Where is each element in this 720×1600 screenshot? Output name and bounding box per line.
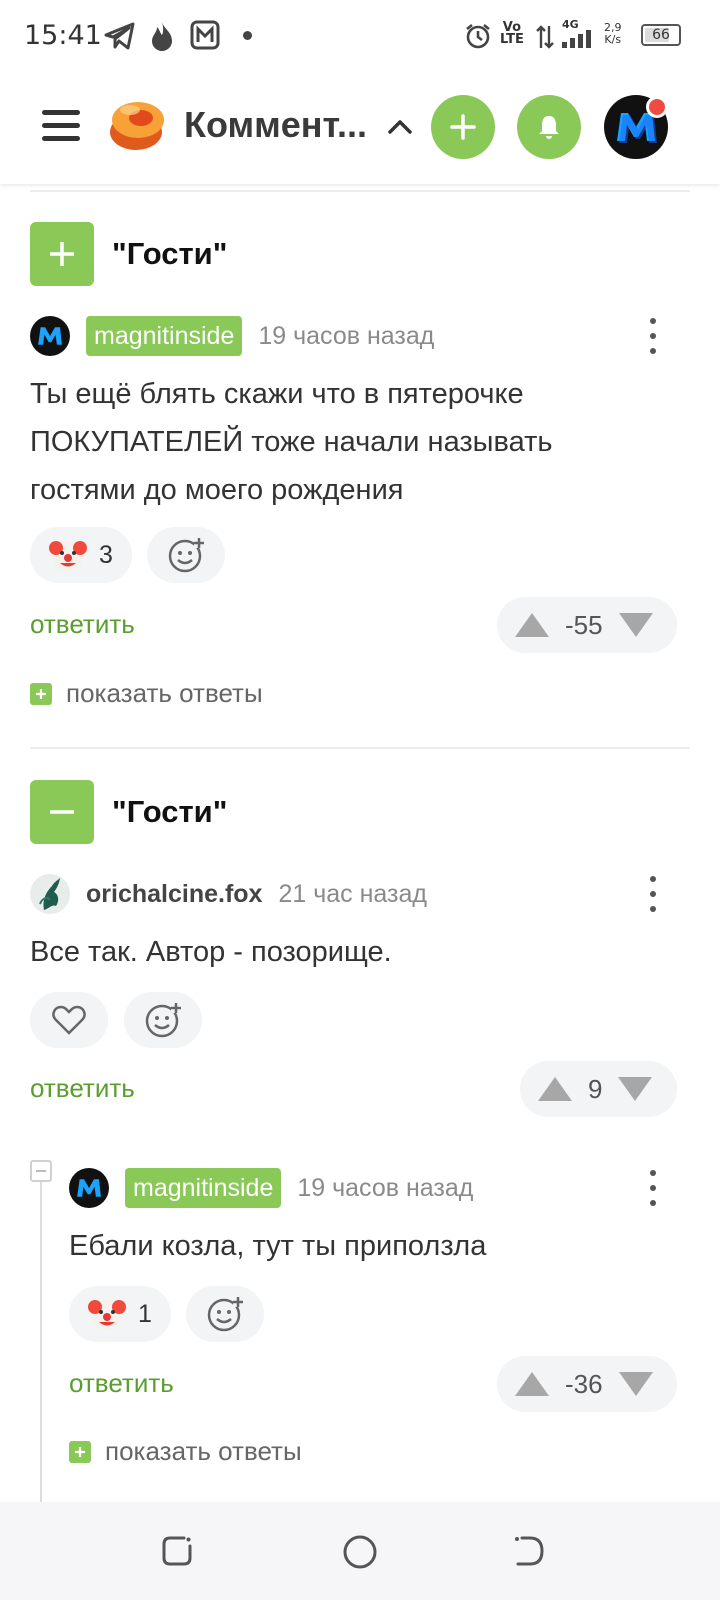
plus-icon: [450, 114, 476, 140]
comment-score: -55: [565, 609, 603, 640]
back-icon[interactable]: [512, 1534, 546, 1568]
comment-header: orichalcine.fox 21 час назад: [30, 872, 427, 916]
notifications-button[interactable]: [517, 95, 581, 159]
notification-badge: [646, 96, 668, 118]
divider: [30, 190, 690, 192]
comment-score: -36: [565, 1368, 603, 1399]
reaction-clown[interactable]: 3: [30, 527, 132, 583]
reply-link[interactable]: ответить: [30, 609, 135, 640]
page-title: Коммент...: [184, 104, 367, 145]
comment-text: Ты ещё блять скажи что в пятерочке ПОКУП…: [30, 378, 553, 506]
clown-face-icon: [49, 541, 88, 571]
avatar[interactable]: [30, 874, 70, 914]
plus-icon: [69, 1440, 91, 1463]
divider: [30, 747, 690, 749]
add-emoji-icon: [207, 1296, 244, 1332]
vote-widget: 9: [520, 1061, 677, 1117]
avatar[interactable]: [30, 316, 70, 356]
home-icon[interactable]: [342, 1534, 378, 1570]
telegram-icon: [104, 22, 135, 50]
menu-icon[interactable]: [42, 110, 80, 142]
author-name[interactable]: magnitinside: [125, 1168, 282, 1208]
magnit-app-icon: [190, 20, 220, 50]
signal-icon: [562, 30, 591, 48]
downvote-icon[interactable]: [618, 613, 653, 637]
add-reaction-button[interactable]: [186, 1286, 264, 1342]
collapse-thread-button[interactable]: [30, 780, 94, 844]
upvote-icon[interactable]: [515, 1372, 549, 1396]
thread-title: "Гости": [112, 794, 228, 829]
author-name[interactable]: magnitinside: [86, 316, 243, 356]
app-header: Коммент...: [0, 72, 720, 184]
downvote-icon[interactable]: [618, 1372, 653, 1396]
fox-avatar-icon: [39, 878, 60, 910]
magnit-avatar-icon: [38, 327, 62, 345]
expand-thread-button[interactable]: [30, 222, 94, 286]
avatar[interactable]: [69, 1168, 109, 1208]
thread-title: "Гости": [112, 236, 228, 271]
thread-header: "Гости": [30, 780, 227, 844]
add-reaction-button[interactable]: [147, 527, 225, 583]
more-options-icon[interactable]: [649, 318, 657, 354]
magnit-avatar-icon: [77, 1179, 101, 1197]
fire-icon: [152, 22, 172, 51]
system-navigation-bar: [0, 1502, 720, 1600]
thread-header: "Гости": [30, 222, 227, 286]
bell-icon: [539, 116, 559, 139]
reply-link[interactable]: ответить: [69, 1368, 174, 1399]
comment-time[interactable]: 19 часов назад: [297, 1174, 473, 1203]
comment-header: magnitinside 19 часов назад: [69, 1166, 473, 1210]
network-speed: 2,9 K/s: [604, 21, 622, 46]
add-emoji-icon: [168, 537, 205, 573]
reaction-clown[interactable]: 1: [69, 1286, 171, 1342]
show-replies-label: показать ответы: [105, 1436, 302, 1466]
plus-icon: [30, 682, 52, 705]
recent-apps-icon[interactable]: [160, 1534, 194, 1568]
status-bar: 15:41 Vo LTE 4G 2,9 K/s 66: [0, 0, 720, 72]
comment-text: Все так. Автор - позорище.: [30, 936, 392, 968]
upvote-icon[interactable]: [538, 1077, 572, 1101]
heart-icon: [52, 1005, 86, 1035]
add-emoji-icon: [145, 1002, 182, 1038]
show-replies-label: показать ответы: [66, 678, 263, 708]
volte-label: Vo LTE: [500, 20, 524, 47]
status-time: 15:41: [24, 20, 102, 51]
comment-score: 9: [588, 1073, 603, 1104]
reaction-count: 1: [138, 1299, 152, 1328]
collapse-replies-button[interactable]: [30, 1160, 52, 1182]
clown-face-icon: [88, 1300, 127, 1330]
upvote-icon[interactable]: [515, 613, 549, 637]
show-replies-link[interactable]: показать ответы: [69, 1436, 302, 1467]
notification-dot-icon: [243, 31, 252, 40]
vote-widget: -36: [497, 1356, 677, 1412]
more-options-icon[interactable]: [649, 876, 657, 912]
chevron-up-icon[interactable]: [385, 112, 415, 142]
comment-time[interactable]: 19 часов назад: [258, 322, 434, 351]
comment-time[interactable]: 21 час назад: [278, 880, 427, 909]
reply-link[interactable]: ответить: [30, 1073, 135, 1104]
app-logo-icon[interactable]: [108, 98, 166, 152]
comment-text: Ебали козла, тут ты приползла: [69, 1230, 487, 1262]
downvote-icon[interactable]: [618, 1077, 653, 1101]
show-replies-link[interactable]: показать ответы: [30, 678, 263, 709]
reaction-count: 3: [99, 540, 113, 569]
battery-icon: 66: [641, 24, 681, 46]
like-button[interactable]: [30, 992, 108, 1048]
add-reaction-button[interactable]: [124, 992, 202, 1048]
comment-header: magnitinside 19 часов назад: [30, 314, 434, 358]
author-name[interactable]: orichalcine.fox: [86, 880, 262, 909]
minus-icon: [50, 810, 74, 814]
data-arrows-icon: [536, 25, 554, 49]
plus-icon: [50, 242, 74, 266]
add-post-button[interactable]: [431, 95, 495, 159]
alarm-icon: [466, 23, 490, 49]
battery-level: 66: [652, 27, 670, 43]
reply-tree-line: [40, 1170, 42, 1502]
more-options-icon[interactable]: [649, 1170, 657, 1206]
vote-widget: -55: [497, 597, 677, 653]
